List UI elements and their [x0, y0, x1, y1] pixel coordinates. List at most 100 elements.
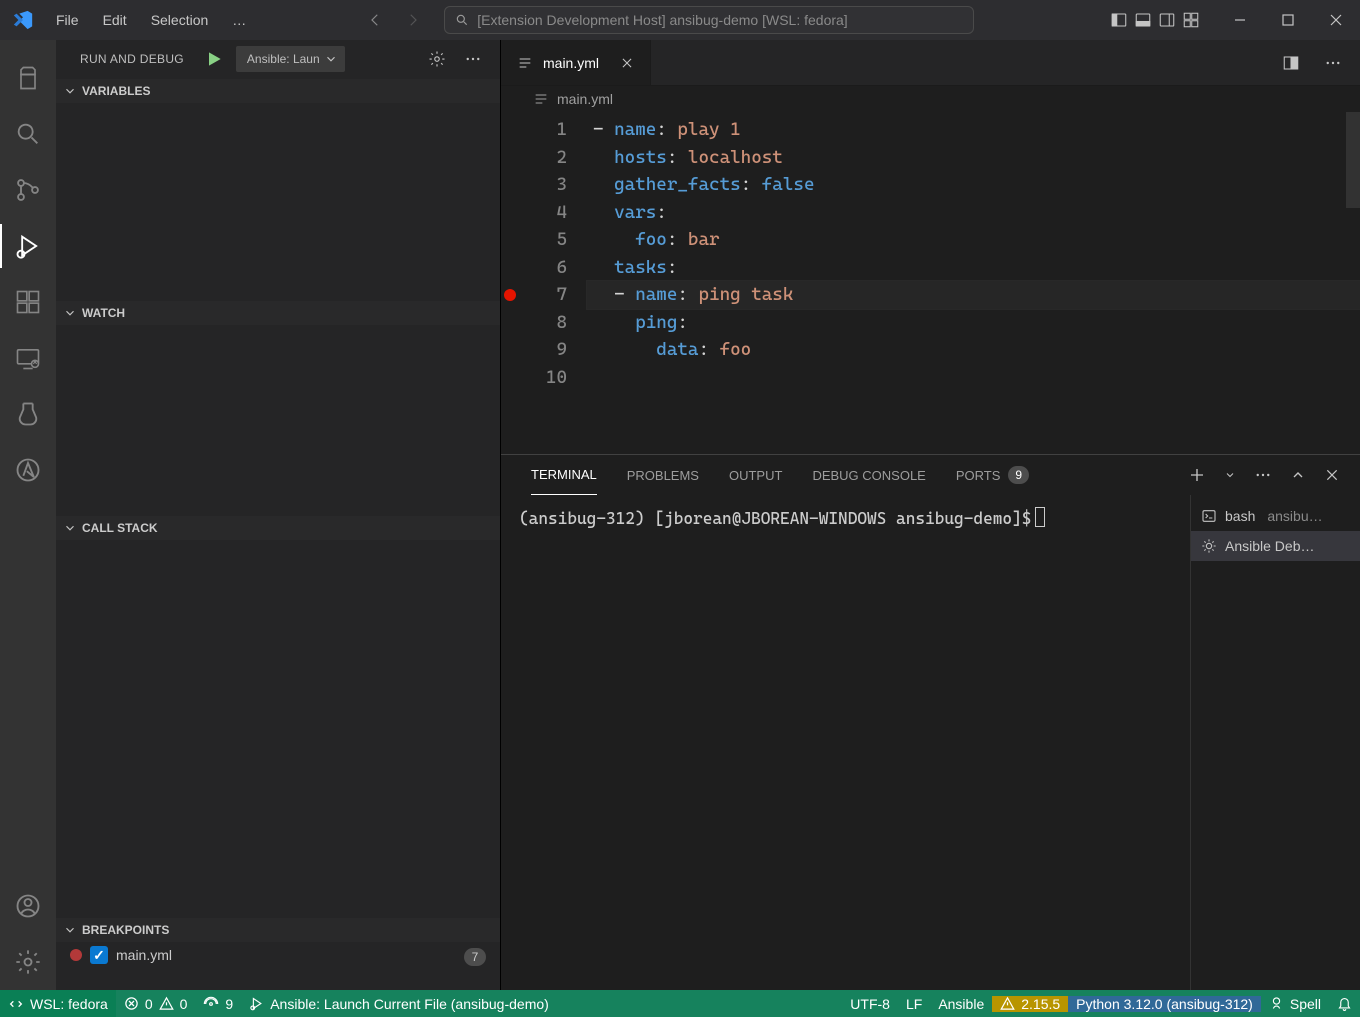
terminal-view[interactable]: (ansibug-312) [jborean@JBOREAN-WINDOWS a…	[501, 495, 1190, 990]
editor-more-icon[interactable]	[1324, 54, 1342, 72]
panel-tab-output[interactable]: OUTPUT	[729, 455, 782, 495]
command-center[interactable]: [Extension Development Host] ansibug-dem…	[444, 6, 974, 34]
status-ports-count: 9	[225, 996, 233, 1012]
section-breakpoints[interactable]: BREAKPOINTS	[56, 918, 500, 942]
status-encoding[interactable]: UTF-8	[842, 996, 898, 1012]
section-variables[interactable]: VARIABLES	[56, 79, 500, 103]
section-watch-label: WATCH	[82, 306, 125, 320]
debug-settings-icon[interactable]	[428, 50, 446, 68]
layout-left-icon[interactable]	[1110, 11, 1128, 29]
split-editor-icon[interactable]	[1282, 54, 1300, 72]
nav-back-icon[interactable]	[366, 11, 384, 29]
terminal-new-chevron-icon[interactable]	[1224, 469, 1236, 481]
status-debug-config[interactable]: Ansible: Launch Current File (ansibug-de…	[241, 990, 557, 1017]
panel-tabs: TERMINAL PROBLEMS OUTPUT DEBUG CONSOLE P…	[501, 455, 1360, 495]
chevron-down-icon	[62, 520, 78, 536]
breakpoint-line-badge: 7	[464, 948, 486, 966]
activity-bar	[0, 40, 56, 990]
breakpoints-body: ✓ main.yml 7	[56, 942, 500, 990]
menu-more[interactable]: …	[222, 6, 256, 34]
status-errors: 0	[145, 996, 153, 1012]
terminal-new-icon[interactable]	[1188, 466, 1206, 484]
section-watch[interactable]: WATCH	[56, 301, 500, 325]
terminal-item-ansible[interactable]: Ansible Deb…	[1191, 531, 1360, 561]
nav-forward-icon[interactable]	[404, 11, 422, 29]
breakpoint-row[interactable]: ✓ main.yml	[56, 946, 500, 964]
activity-run-debug[interactable]	[0, 218, 56, 274]
status-language[interactable]: Ansible	[930, 996, 992, 1012]
tab-main-yml[interactable]: main.yml	[501, 40, 651, 85]
menu-edit[interactable]: Edit	[93, 6, 137, 34]
chevron-down-icon	[62, 305, 78, 321]
breadcrumb-text: main.yml	[557, 91, 613, 107]
breadcrumb[interactable]: main.yml	[501, 86, 1360, 112]
status-python[interactable]: Python 3.12.0 (ansibug-312)	[1068, 996, 1261, 1012]
status-ansible-lint[interactable]: 2.15.5	[992, 996, 1068, 1012]
status-bar: WSL: fedora 0 0 9 Ansible: Launch Curren…	[0, 990, 1360, 1017]
terminal-name: bash	[1225, 508, 1255, 524]
start-debug-button[interactable]	[204, 49, 224, 69]
activity-extensions[interactable]	[0, 274, 56, 330]
layout-custom-icon[interactable]	[1182, 11, 1200, 29]
close-icon[interactable]	[620, 56, 634, 70]
layout-bottom-icon[interactable]	[1134, 11, 1152, 29]
breakpoint-dot-icon	[70, 949, 82, 961]
activity-ansible[interactable]	[0, 442, 56, 498]
debug-config-label: Ansible: Laun	[247, 52, 320, 66]
command-center-text: [Extension Development Host] ansibug-dem…	[477, 12, 847, 28]
panel-tab-terminal[interactable]: TERMINAL	[531, 455, 597, 495]
section-variables-label: VARIABLES	[82, 84, 150, 98]
activity-explorer[interactable]	[0, 50, 56, 106]
activity-search[interactable]	[0, 106, 56, 162]
debug-panel-title: RUN AND DEBUG	[80, 52, 184, 66]
breakpoint-checkbox[interactable]: ✓	[90, 946, 108, 964]
title-bar: File Edit Selection … [Extension Develop…	[0, 0, 1360, 40]
editor-group: main.yml main.yml 12345678910 - name: pl…	[501, 40, 1360, 990]
file-lines-icon	[533, 91, 549, 107]
status-warnings: 0	[180, 996, 188, 1012]
debug-side-panel: RUN AND DEBUG Ansible: Laun VARIABLES WA…	[56, 40, 501, 990]
variables-body	[56, 103, 500, 301]
status-problems[interactable]: 0 0	[116, 990, 196, 1017]
activity-source-control[interactable]	[0, 162, 56, 218]
panel-maximize-icon[interactable]	[1290, 467, 1306, 483]
chevron-down-icon	[62, 922, 78, 938]
debug-config-dropdown[interactable]: Ansible: Laun	[236, 46, 345, 72]
layout-right-icon[interactable]	[1158, 11, 1176, 29]
activity-accounts[interactable]	[0, 878, 56, 934]
panel-more-icon[interactable]	[1254, 466, 1272, 484]
terminal-cursor	[1035, 507, 1045, 527]
panel-tab-problems[interactable]: PROBLEMS	[627, 455, 699, 495]
status-remote[interactable]: WSL: fedora	[0, 990, 116, 1017]
file-lines-icon	[517, 55, 533, 71]
activity-settings[interactable]	[0, 934, 56, 990]
terminal-item-bash[interactable]: bash ansibu…	[1191, 501, 1360, 531]
debug-more-icon[interactable]	[464, 50, 482, 68]
status-lint-label: 2.15.5	[1021, 996, 1060, 1012]
status-spell[interactable]: Spell	[1261, 996, 1329, 1012]
panel-tab-ports[interactable]: PORTS 9	[956, 455, 1029, 495]
status-eol[interactable]: LF	[898, 996, 930, 1012]
panel-tab-debug-console[interactable]: DEBUG CONSOLE	[812, 455, 925, 495]
tab-label: main.yml	[543, 55, 599, 71]
editor-tabs: main.yml	[501, 40, 1360, 86]
vscode-logo	[0, 9, 46, 31]
chevron-down-icon	[62, 83, 78, 99]
code-editor[interactable]: 12345678910 - name: play 1 hosts: localh…	[501, 112, 1360, 454]
status-notifications[interactable]	[1329, 996, 1360, 1011]
menu-file[interactable]: File	[46, 6, 89, 34]
watch-body	[56, 325, 500, 516]
activity-testing[interactable]	[0, 386, 56, 442]
panel-tab-ports-label: PORTS	[956, 468, 1001, 483]
panel-close-icon[interactable]	[1324, 467, 1340, 483]
status-ports[interactable]: 9	[195, 990, 241, 1017]
window-close-button[interactable]	[1312, 0, 1360, 40]
minimap-scroll[interactable]	[1346, 112, 1360, 208]
activity-remote[interactable]	[0, 330, 56, 386]
menu-selection[interactable]: Selection	[141, 6, 219, 34]
terminal-prompt: (ansibug-312) [jborean@JBOREAN-WINDOWS a…	[519, 509, 1031, 528]
section-callstack[interactable]: CALL STACK	[56, 516, 500, 540]
window-minimize-button[interactable]	[1216, 0, 1264, 40]
window-maximize-button[interactable]	[1264, 0, 1312, 40]
section-breakpoints-label: BREAKPOINTS	[82, 923, 169, 937]
